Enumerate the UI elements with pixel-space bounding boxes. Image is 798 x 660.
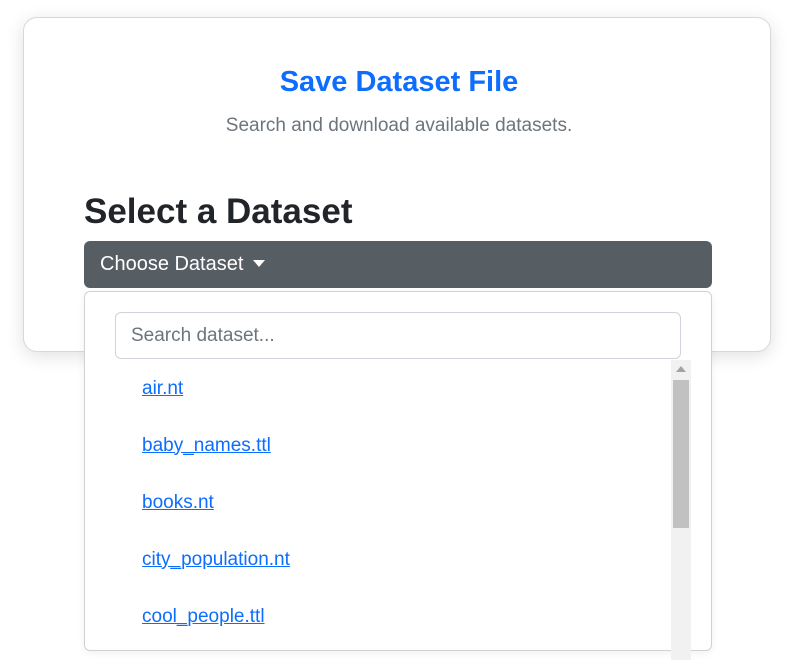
dataset-link-cool-people[interactable]: cool_people.ttl <box>142 606 265 628</box>
dataset-list-scrollbar[interactable] <box>671 360 691 660</box>
dataset-dropdown-menu: air.nt baby_names.ttl books.nt city_popu… <box>84 291 712 660</box>
dataset-link-baby-names[interactable]: baby_names.ttl <box>142 435 271 457</box>
dataset-link-air[interactable]: air.nt <box>142 378 183 400</box>
section-heading: Select a Dataset <box>84 192 353 231</box>
dropdown-toggle-label: Choose Dataset <box>100 253 244 275</box>
choose-dataset-dropdown-button[interactable]: Choose Dataset <box>84 241 712 288</box>
dataset-search-input[interactable] <box>115 312 681 359</box>
scrollbar-thumb[interactable] <box>673 380 689 528</box>
page-subtitle: Search and download available datasets. <box>225 115 573 136</box>
caret-down-icon <box>253 260 266 267</box>
list-item: city_population.nt <box>115 531 691 588</box>
list-item: air.nt <box>115 360 691 417</box>
dataset-list: air.nt baby_names.ttl books.nt city_popu… <box>115 360 691 660</box>
dataset-link-city-population[interactable]: city_population.nt <box>142 549 290 571</box>
scroll-up-arrow-icon[interactable] <box>676 366 686 372</box>
list-item: cool_people.ttl <box>115 588 691 645</box>
dataset-link-books[interactable]: books.nt <box>142 492 214 514</box>
list-item: books.nt <box>115 474 691 531</box>
list-item: baby_names.ttl <box>115 417 691 474</box>
page-title: Save Dataset File <box>279 66 519 98</box>
